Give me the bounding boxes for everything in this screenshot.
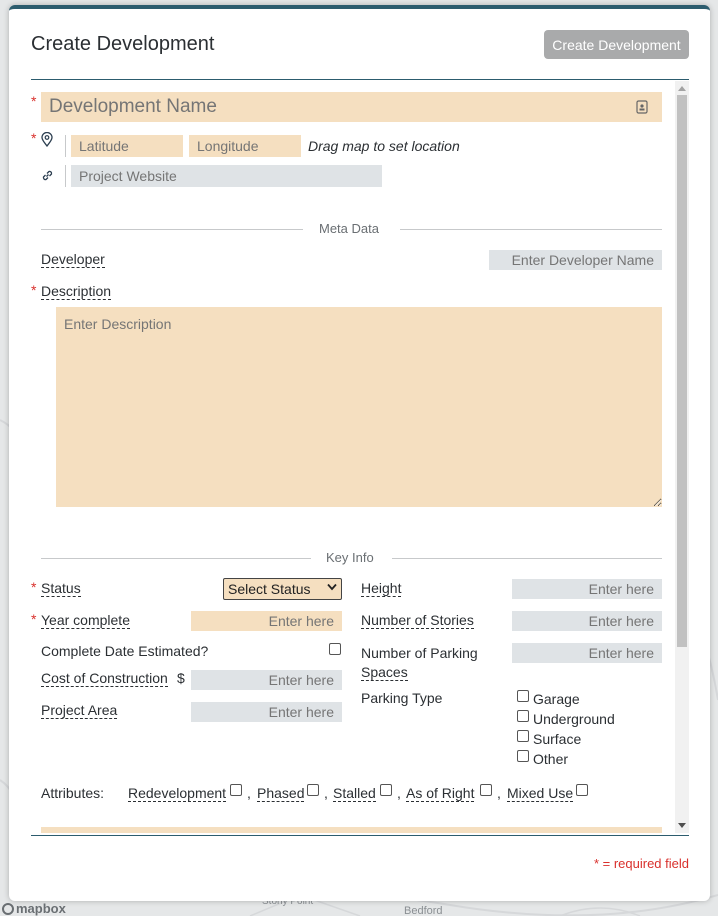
link-icon	[41, 169, 54, 187]
parking-type-surface-checkbox[interactable]	[517, 730, 529, 742]
required-marker: *	[31, 579, 37, 595]
development-name-input[interactable]	[41, 92, 662, 122]
required-marker: *	[31, 611, 37, 627]
parking-type-surface-label: Surface	[533, 731, 582, 747]
description-label: Description	[41, 283, 112, 300]
number-of-parking-spaces-label: Number of Parking Spaces	[361, 644, 478, 682]
parking-type-other-checkbox[interactable]	[517, 750, 529, 762]
parking-type-other-label: Other	[533, 751, 569, 767]
key-info-section-header: Key Info	[41, 550, 662, 566]
attribute-mixed-use-label: Mixed Use	[507, 785, 574, 802]
status-select-value: Select Status	[228, 581, 311, 597]
header-divider	[31, 79, 689, 80]
attribute-stalled-label: Stalled	[333, 785, 376, 802]
project-area-input[interactable]	[191, 702, 342, 722]
attribute-separator: ,	[247, 785, 251, 801]
modal-title: Create Development	[31, 33, 215, 55]
attribute-redevelopment-label: Redevelopment	[128, 785, 227, 802]
number-of-parking-spaces-input[interactable]	[512, 643, 662, 663]
year-complete-input[interactable]	[191, 611, 342, 631]
complete-date-estimated-label: Complete Date Estimated?	[41, 643, 209, 659]
latitude-input[interactable]	[71, 135, 183, 157]
attribute-as-of-right-label: As of Right	[406, 785, 475, 802]
longitude-input[interactable]	[189, 135, 301, 157]
year-complete-label: Year complete	[41, 612, 130, 629]
cost-of-construction-input[interactable]	[191, 670, 342, 690]
attribute-separator: ,	[324, 785, 328, 801]
create-development-button[interactable]: Create Development	[544, 30, 689, 59]
parking-type-underground-checkbox[interactable]	[517, 710, 529, 722]
description-textarea[interactable]	[56, 307, 662, 507]
mapbox-logo-icon	[2, 902, 14, 915]
footer-divider	[31, 835, 689, 836]
location-hint: Drag map to set location	[308, 138, 460, 154]
form-scroll-area[interactable]: * * Drag map to set location Meta Data D…	[31, 81, 689, 833]
developer-input[interactable]	[489, 250, 662, 270]
scroll-down-arrow-icon[interactable]	[678, 823, 686, 828]
attribute-redevelopment-checkbox[interactable]	[230, 784, 242, 796]
attribute-phased-label: Phased	[257, 785, 305, 802]
map-pin-icon	[41, 131, 53, 152]
field-separator	[65, 135, 66, 157]
project-website-input[interactable]	[71, 165, 382, 187]
status-label: Status	[41, 580, 81, 597]
scrollbar-thumb[interactable]	[677, 95, 687, 647]
attribute-mixed-use-checkbox[interactable]	[576, 784, 588, 796]
chevron-down-icon	[327, 583, 337, 594]
required-field-note: * = required field	[593, 856, 689, 871]
attribute-stalled-checkbox[interactable]	[380, 784, 392, 796]
field-separator	[65, 165, 66, 187]
height-input[interactable]	[512, 579, 662, 599]
contact-card-icon	[636, 100, 648, 119]
status-select[interactable]: Select Status	[223, 578, 342, 600]
meta-data-section-header: Meta Data	[41, 221, 662, 237]
parking-type-garage-checkbox[interactable]	[517, 690, 529, 702]
create-development-modal: Create Development Create Development * …	[9, 5, 710, 901]
developer-label: Developer	[41, 251, 105, 268]
attribute-as-of-right-checkbox[interactable]	[480, 784, 492, 796]
next-field-partial[interactable]	[41, 827, 662, 833]
parking-type-label: Parking Type	[361, 690, 443, 706]
required-marker: *	[31, 93, 37, 109]
parking-spaces-label-line1: Number of Parking	[361, 645, 478, 661]
form-scrollbar[interactable]	[675, 81, 689, 833]
scroll-up-arrow-icon[interactable]	[678, 86, 686, 91]
required-marker: *	[31, 130, 37, 146]
mapbox-logo-text: mapbox	[16, 901, 66, 916]
parking-type-garage-label: Garage	[533, 691, 580, 707]
attribute-phased-checkbox[interactable]	[307, 784, 319, 796]
map-place-label: Bedford	[404, 905, 443, 916]
attribute-separator: ,	[497, 785, 501, 801]
complete-date-estimated-checkbox[interactable]	[329, 643, 341, 655]
key-info-section-title: Key Info	[326, 550, 374, 565]
attribute-separator: ,	[397, 785, 401, 801]
required-marker: *	[31, 282, 37, 298]
project-area-label: Project Area	[41, 702, 118, 719]
mapbox-logo[interactable]: mapbox	[2, 901, 66, 916]
cost-of-construction-label: Cost of Construction	[41, 670, 168, 687]
number-of-stories-input[interactable]	[512, 611, 662, 631]
parking-type-underground-label: Underground	[533, 711, 615, 727]
number-of-stories-label: Number of Stories	[361, 612, 474, 629]
meta-data-section-title: Meta Data	[319, 221, 379, 236]
attributes-label: Attributes:	[41, 785, 105, 801]
parking-spaces-label-line2: Spaces	[361, 664, 408, 681]
height-label: Height	[361, 580, 402, 597]
currency-symbol: $	[177, 670, 185, 686]
